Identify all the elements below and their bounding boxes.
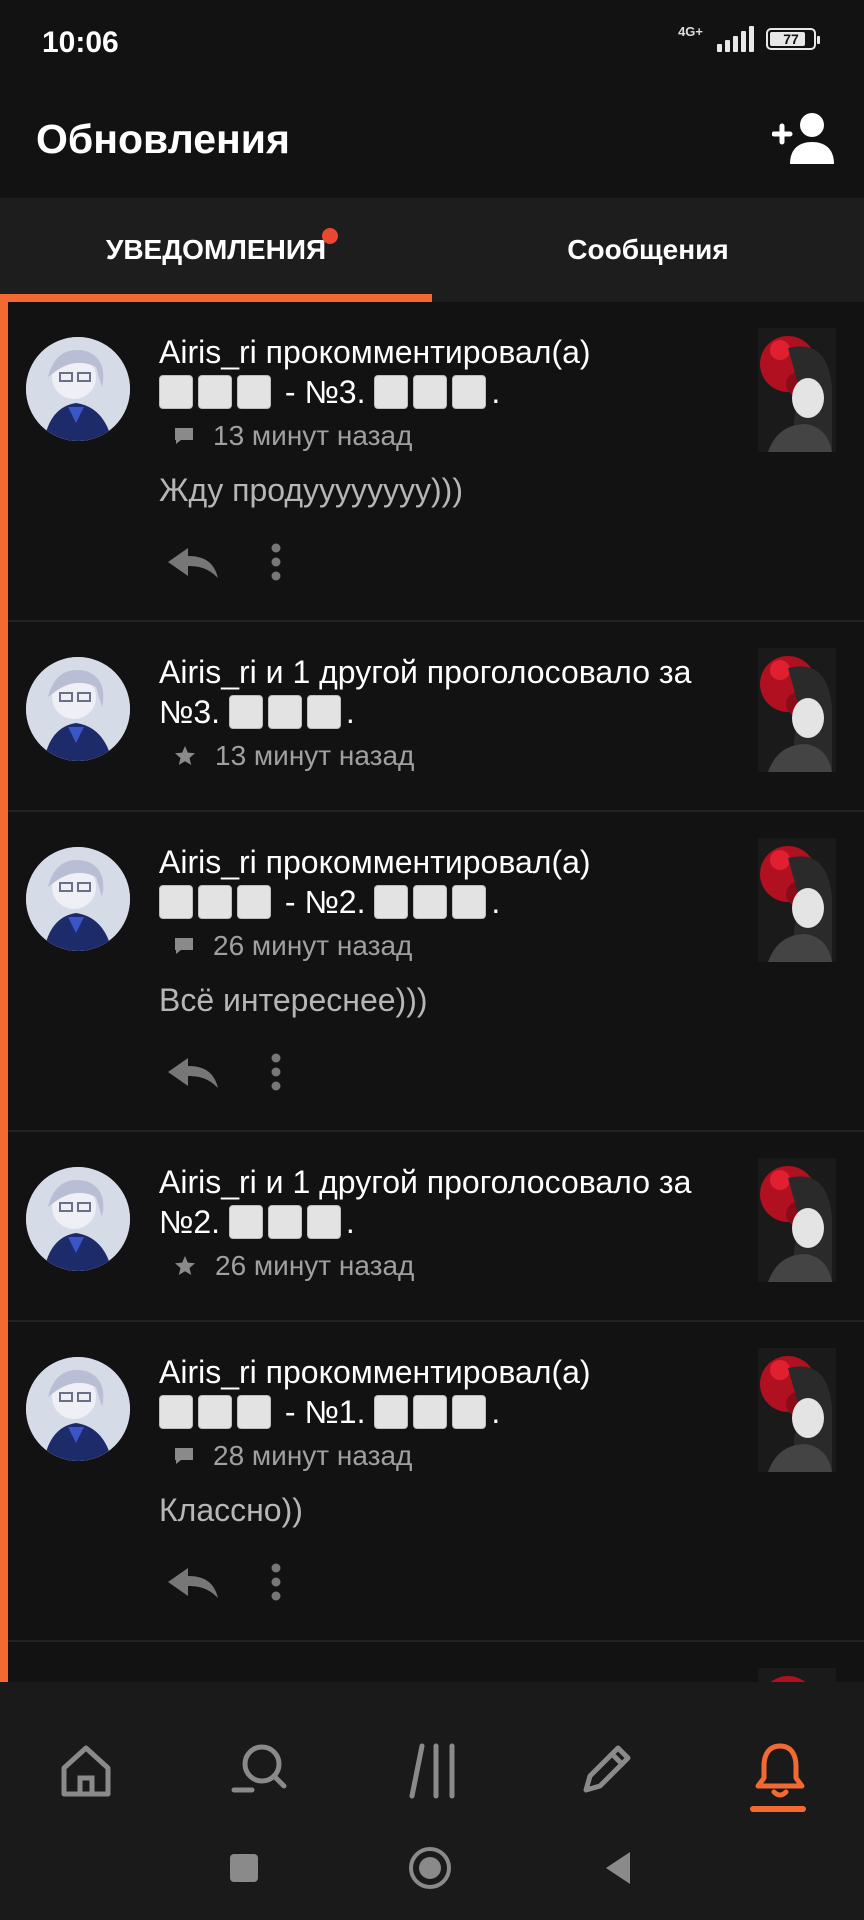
- comment-actions: [166, 1052, 282, 1092]
- timestamp: 28 минут назад: [213, 1440, 413, 1471]
- star-icon: [175, 746, 195, 765]
- status-icons: 4G+ 77: [678, 23, 820, 52]
- notification-meta: 28 минут назад: [173, 1440, 412, 1472]
- comment-actions: [166, 1562, 282, 1602]
- speech-bubble-icon: [175, 428, 193, 444]
- user-avatar[interactable]: [26, 657, 130, 761]
- username[interactable]: Airis_ri: [159, 1354, 257, 1390]
- story-thumbnail[interactable]: [758, 1668, 836, 1682]
- username[interactable]: Airis_ri: [159, 334, 257, 370]
- pencil-icon[interactable]: [574, 1738, 638, 1802]
- notification-item[interactable]: [8, 1642, 864, 1682]
- star-icon: [175, 1256, 195, 1275]
- timestamp: 13 минут назад: [213, 420, 413, 451]
- vertical-dots-icon[interactable]: [270, 1052, 282, 1092]
- timestamp: 13 минут назад: [215, 740, 415, 771]
- reply-arrow-icon[interactable]: [166, 544, 220, 580]
- notification-item[interactable]: Airis_ri прокомментировал(а) - №3. . 13 …: [8, 302, 864, 622]
- vote-text: Airis_ri и 1 другой проголосовало за: [159, 1164, 692, 1200]
- action-text: прокомментировал(а): [265, 1354, 591, 1390]
- vertical-dots-icon[interactable]: [270, 542, 282, 582]
- user-avatar[interactable]: [26, 1357, 130, 1461]
- comment-text: Классно)): [159, 1492, 303, 1528]
- add-friend-icon[interactable]: [772, 110, 836, 166]
- reply-arrow-icon[interactable]: [166, 1564, 220, 1600]
- timestamp: 26 минут назад: [213, 930, 413, 961]
- battery-icon: 77: [766, 28, 820, 50]
- page-title: Обновления: [36, 116, 290, 162]
- chapter-ref[interactable]: №2.: [159, 1204, 229, 1240]
- notification-meta: 13 минут назад: [173, 420, 412, 452]
- signal-icon: [717, 26, 754, 52]
- bottom-navigation: [0, 1682, 864, 1822]
- battery-level: 77: [783, 31, 799, 47]
- comment-text: Жду продуууууууу))): [159, 472, 463, 508]
- home-circle-icon[interactable]: [406, 1844, 454, 1892]
- tab-messages[interactable]: Сообщения: [432, 198, 864, 302]
- notification-title: Airis_ri и 1 другой проголосовало за №3.…: [159, 654, 692, 730]
- tab-messages-label: Сообщения: [567, 234, 729, 265]
- speech-bubble-icon: [175, 938, 193, 954]
- vertical-dots-icon[interactable]: [270, 1562, 282, 1602]
- active-nav-indicator: [750, 1806, 806, 1812]
- reply-arrow-icon[interactable]: [166, 1054, 220, 1090]
- library-icon[interactable]: [402, 1738, 466, 1802]
- unread-dot: [322, 228, 338, 244]
- notification-meta: 26 минут назад: [173, 1250, 414, 1282]
- bell-icon[interactable]: [748, 1738, 812, 1802]
- notification-feed[interactable]: Airis_ri прокомментировал(а) - №3. . 13 …: [8, 302, 864, 1682]
- story-thumbnail[interactable]: [758, 328, 836, 452]
- comment-text: Всё интереснее))): [159, 982, 428, 1018]
- chapter-ref[interactable]: №3.: [159, 694, 229, 730]
- chapter-ref[interactable]: - №1.: [276, 1394, 374, 1430]
- notification-item[interactable]: Airis_ri прокомментировал(а) - №2. . 26 …: [8, 812, 864, 1132]
- recent-apps-icon[interactable]: [220, 1844, 268, 1892]
- username[interactable]: Airis_ri: [159, 844, 257, 880]
- story-thumbnail[interactable]: [758, 838, 836, 962]
- speech-bubble-icon: [175, 1448, 193, 1464]
- notification-meta: 26 минут назад: [173, 930, 412, 962]
- notification-title: Airis_ri прокомментировал(а) - №1. .: [159, 1354, 591, 1430]
- user-avatar[interactable]: [26, 847, 130, 951]
- back-icon[interactable]: [596, 1844, 644, 1892]
- notification-title: Airis_ri прокомментировал(а) - №3. .: [159, 334, 591, 410]
- story-thumbnail[interactable]: [758, 1158, 836, 1282]
- home-icon[interactable]: [54, 1738, 118, 1802]
- user-avatar[interactable]: [26, 337, 130, 441]
- notification-title: Airis_ri прокомментировал(а) - №2. .: [159, 844, 591, 920]
- tab-bar: УВЕДОМЛЕНИЯ Сообщения: [0, 198, 864, 302]
- app-header: Обновления: [0, 88, 864, 198]
- comment-actions: [166, 542, 282, 582]
- story-thumbnail[interactable]: [758, 1348, 836, 1472]
- action-text: прокомментировал(а): [265, 844, 591, 880]
- notification-item[interactable]: Airis_ri и 1 другой проголосовало за №3.…: [8, 622, 864, 812]
- network-type: 4G+: [678, 23, 703, 39]
- timestamp: 26 минут назад: [215, 1250, 415, 1281]
- status-bar: 10:06 4G+ 77: [0, 0, 864, 88]
- status-time: 10:06: [42, 26, 119, 59]
- chapter-ref[interactable]: - №3.: [276, 374, 374, 410]
- tab-notifications[interactable]: УВЕДОМЛЕНИЯ: [0, 198, 432, 302]
- notification-meta: 13 минут назад: [173, 740, 414, 772]
- notification-item[interactable]: Airis_ri прокомментировал(а) - №1. . 28 …: [8, 1322, 864, 1642]
- system-navigation: [0, 1822, 864, 1920]
- tab-notifications-label: УВЕДОМЛЕНИЯ: [105, 234, 327, 265]
- story-thumbnail[interactable]: [758, 648, 836, 772]
- active-tab-indicator: [0, 294, 432, 302]
- notification-item[interactable]: Airis_ri и 1 другой проголосовало за №2.…: [8, 1132, 864, 1322]
- action-text: прокомментировал(а): [265, 334, 591, 370]
- notification-title: Airis_ri и 1 другой проголосовало за №2.…: [159, 1164, 692, 1240]
- chapter-ref[interactable]: - №2.: [276, 884, 374, 920]
- unread-accent-bar: [0, 302, 8, 1682]
- vote-text: Airis_ri и 1 другой проголосовало за: [159, 654, 692, 690]
- user-avatar[interactable]: [26, 1167, 130, 1271]
- search-icon[interactable]: [228, 1738, 292, 1802]
